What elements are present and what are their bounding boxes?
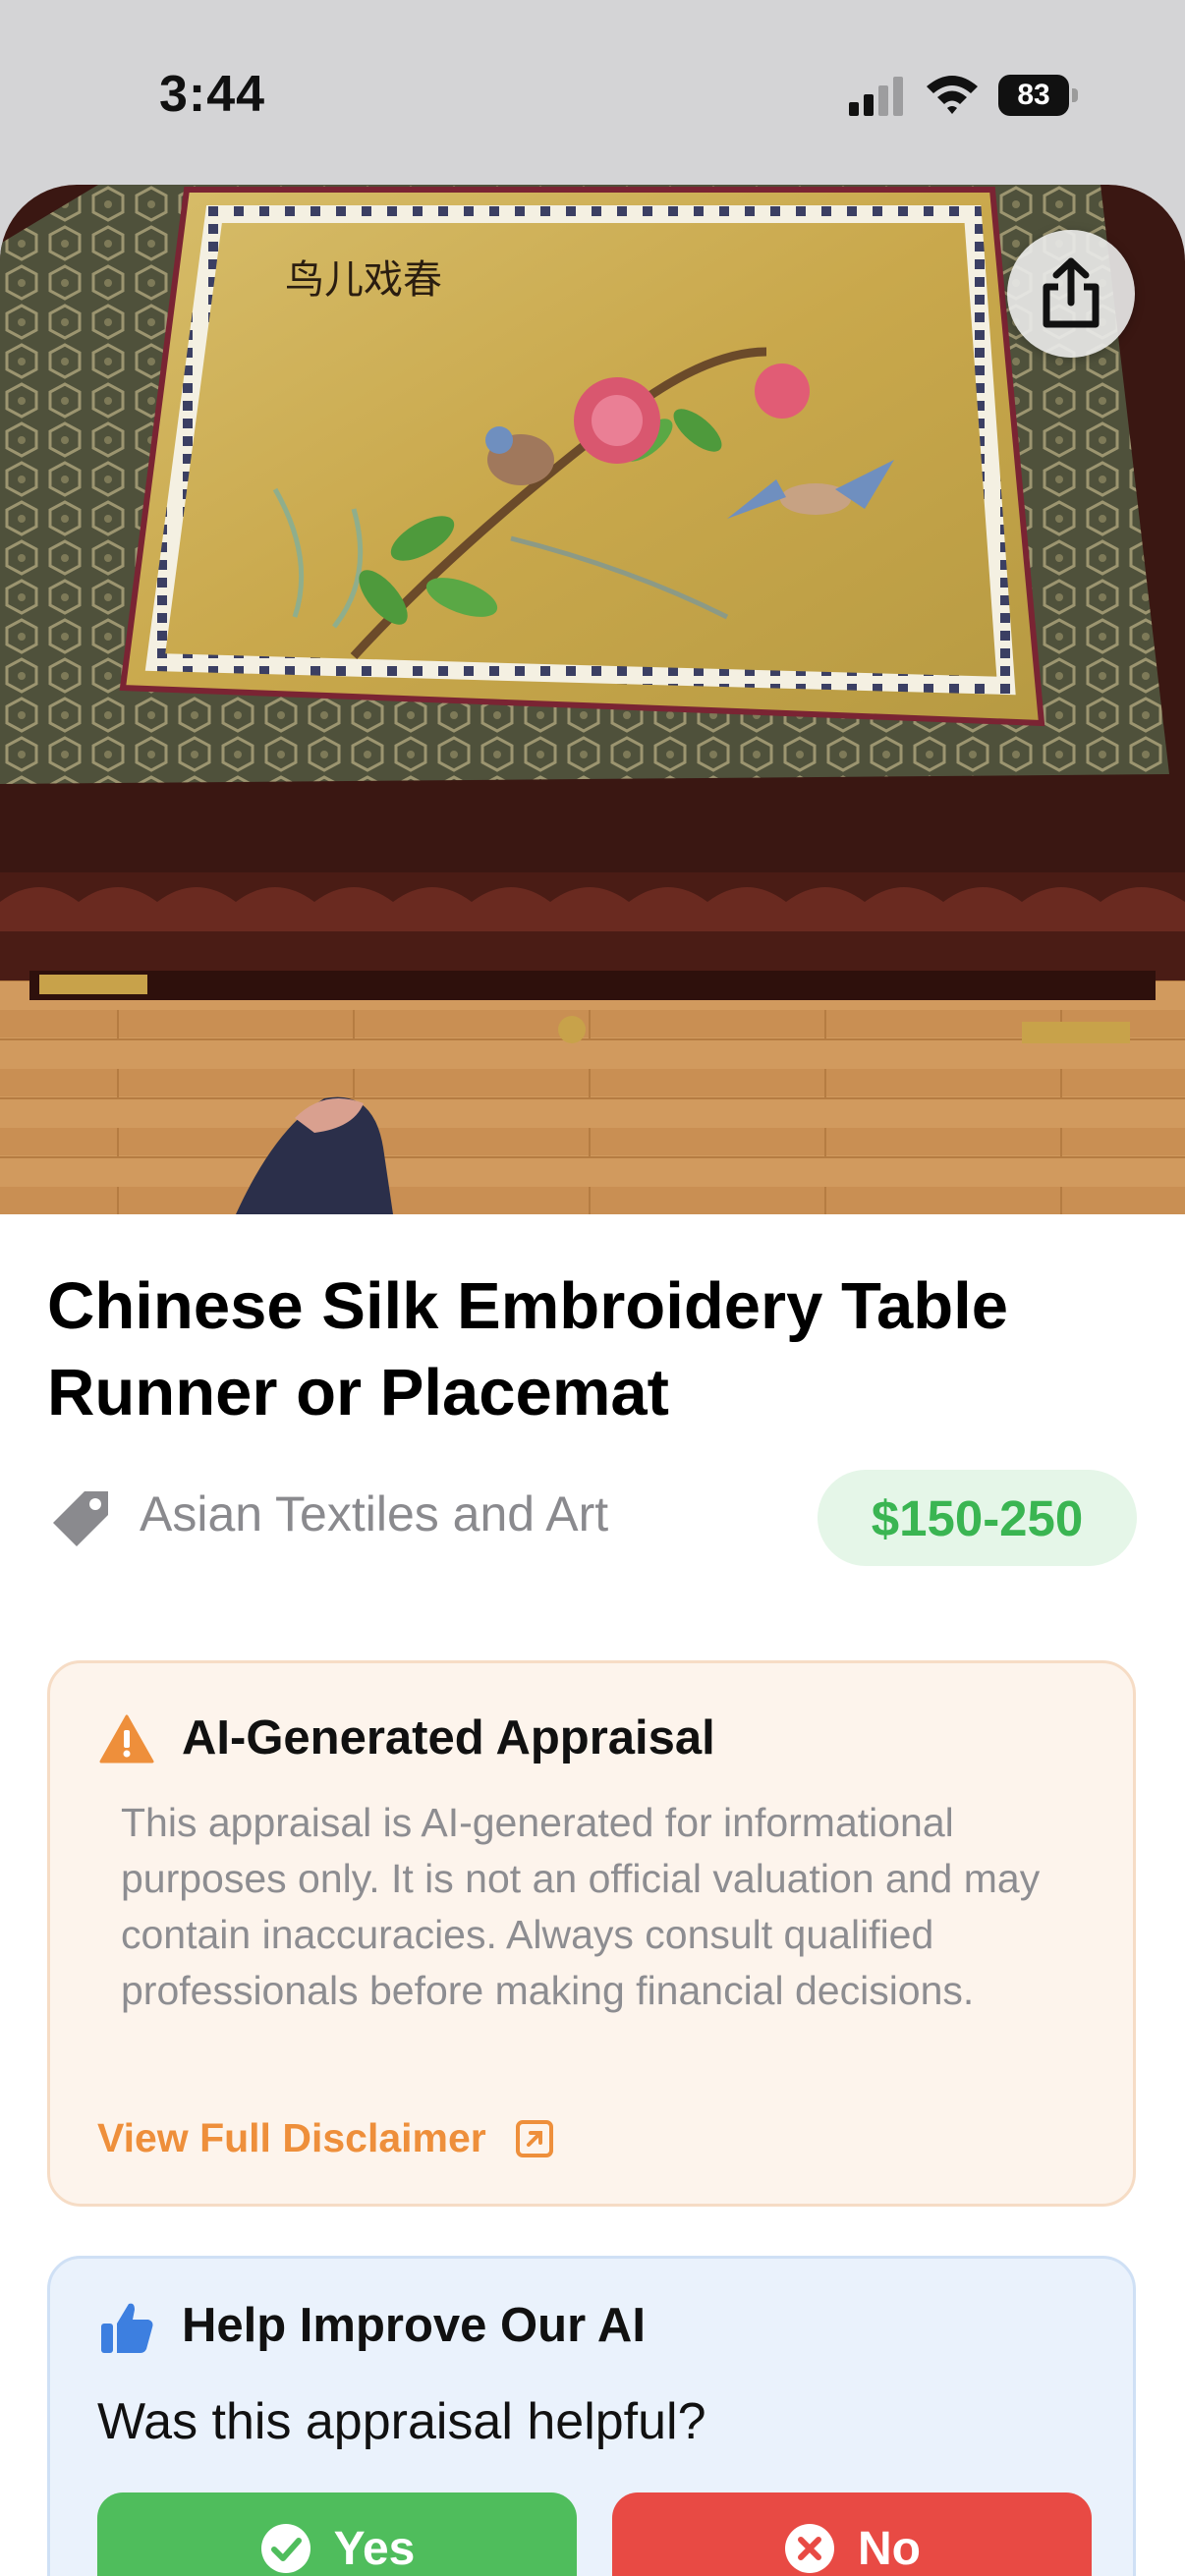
checkmark-circle-icon: [260, 2524, 310, 2573]
feedback-question: Was this appraisal helpful?: [97, 2393, 706, 2450]
disclaimer-heading: AI-Generated Appraisal: [182, 1711, 715, 1764]
share-button[interactable]: [1007, 230, 1135, 358]
disclaimer-body: This appraisal is AI-generated for infor…: [121, 1800, 1041, 2013]
disclaimer-link-label: View Full Disclaimer: [97, 2115, 486, 2160]
item-title: Chinese Silk Embroidery Table Runner or …: [47, 1269, 1009, 1429]
warning-icon: [99, 1714, 154, 1764]
tag-icon: [53, 1491, 108, 1546]
price-range-badge: $150-250: [818, 1470, 1137, 1566]
external-link-icon: [515, 2119, 553, 2157]
status-bar: 3:44 83: [0, 0, 1185, 187]
feedback-card: Help Improve Our AI Was this appraisal h…: [47, 2256, 1136, 2576]
no-button[interactable]: No: [612, 2492, 1092, 2576]
no-button-label: No: [858, 2523, 921, 2575]
embroidery-script: 鸟儿戏春: [285, 257, 442, 303]
x-circle-icon: [785, 2524, 834, 2573]
signal-icon: [849, 77, 903, 116]
status-time: 3:44: [159, 66, 266, 123]
battery-level: 83: [998, 75, 1069, 116]
disclaimer-card: AI-Generated Appraisal This appraisal is…: [47, 1660, 1136, 2207]
wifi-icon: [927, 76, 978, 114]
item-category: Asian Textiles and Art: [140, 1486, 609, 1541]
thumbs-up-icon: [101, 2303, 153, 2353]
share-icon: [1043, 257, 1100, 328]
item-photo-illustration: 鸟儿戏春: [0, 185, 1185, 1214]
feedback-heading: Help Improve Our AI: [182, 2299, 646, 2352]
item-photo: 鸟儿戏春: [0, 185, 1185, 1214]
view-full-disclaimer-link[interactable]: View Full Disclaimer: [97, 2115, 555, 2161]
yes-button[interactable]: Yes: [97, 2492, 577, 2576]
yes-button-label: Yes: [333, 2523, 416, 2575]
battery-icon: 83: [998, 75, 1081, 118]
appraisal-sheet: 鸟儿戏春 Chinese Silk Embroidery Table Runne…: [0, 185, 1185, 2576]
battery-tip: [1072, 88, 1078, 102]
